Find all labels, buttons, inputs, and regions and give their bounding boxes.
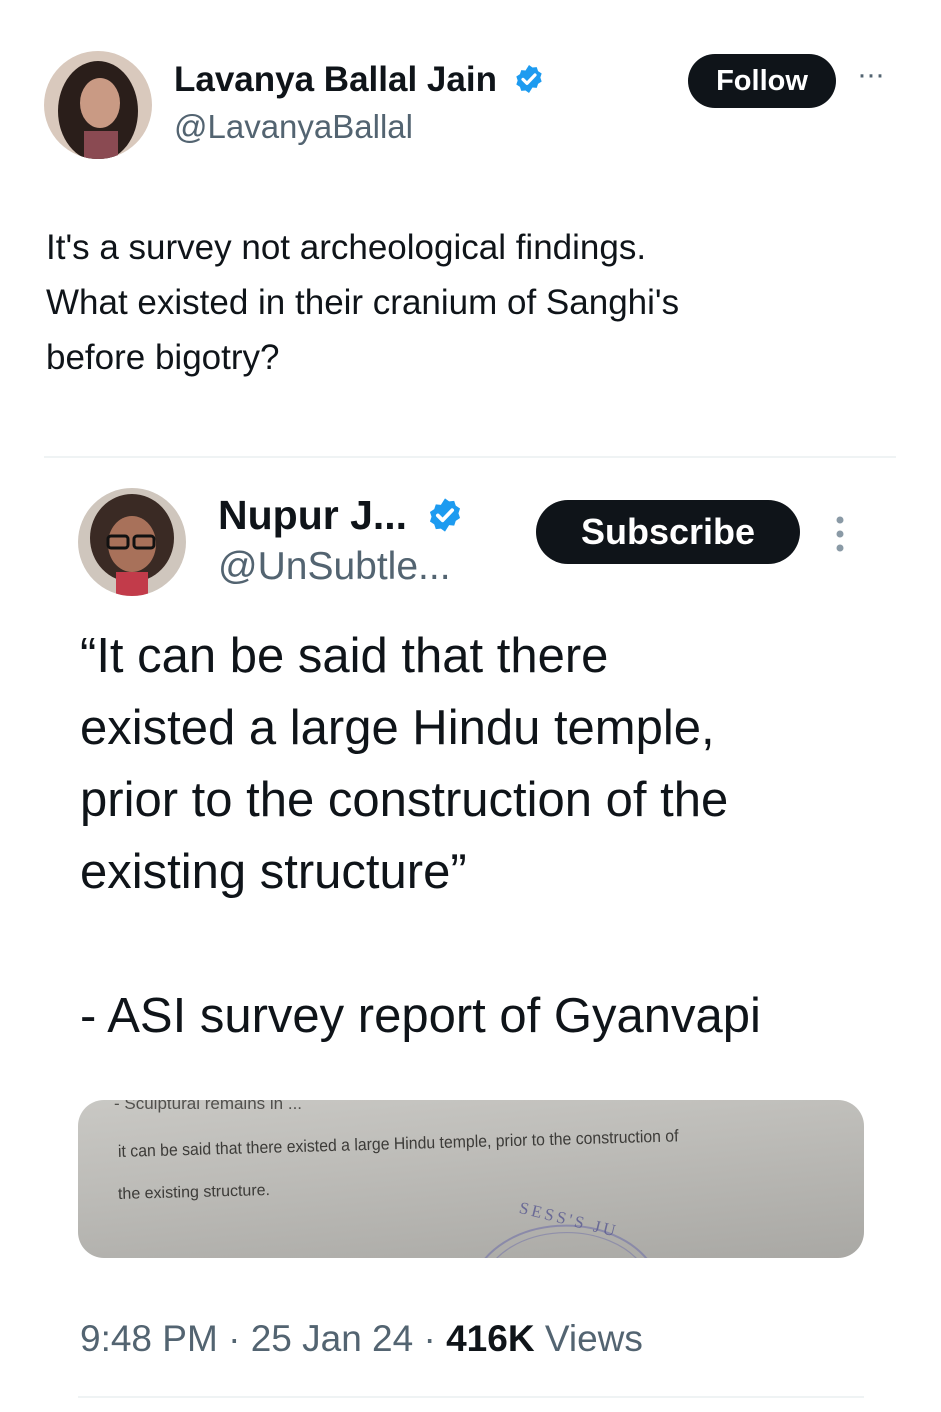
more-vertical-icon[interactable] xyxy=(834,514,846,554)
views-label: Views xyxy=(544,1318,643,1359)
avatar-lavanya[interactable] xyxy=(44,51,152,159)
author-handle[interactable]: @LavanyaBallal xyxy=(174,108,413,146)
separator: · xyxy=(228,1318,241,1359)
document-line-top: - Sculptural remains in ... xyxy=(114,1100,303,1113)
author-name[interactable]: Lavanya Ballal Jain xyxy=(174,60,545,100)
quote-text: “It can be said that there existed a lar… xyxy=(80,629,729,899)
document-image[interactable]: - Sculptural remains in ... it can be sa… xyxy=(78,1100,864,1258)
subscribe-button[interactable]: Subscribe xyxy=(536,500,800,564)
quoted-author-name[interactable]: Nupur J... xyxy=(218,492,464,539)
avatar-nupur[interactable] xyxy=(78,488,186,596)
verified-badge-icon xyxy=(516,64,542,93)
tweet-text: It's a survey not archeological findings… xyxy=(46,228,680,377)
separator: · xyxy=(423,1318,436,1359)
divider xyxy=(44,456,896,458)
document-line-end: the existing structure. xyxy=(117,1182,271,1203)
views-count: 416K xyxy=(446,1318,535,1359)
tweet-metadata: 9:48 PM · 25 Jan 24 · 416K Views xyxy=(80,1318,643,1360)
document-line-main: it can be said that there existed a larg… xyxy=(117,1126,679,1161)
attribution-text: - ASI survey report of Gyanvapi xyxy=(80,989,761,1043)
follow-button[interactable]: Follow xyxy=(688,54,836,108)
verified-badge-icon xyxy=(430,498,461,532)
more-options-icon[interactable]: ··· xyxy=(857,58,885,92)
tweet-date[interactable]: 25 Jan 24 xyxy=(251,1318,414,1359)
bottom-divider xyxy=(78,1396,864,1398)
quoted-author-handle[interactable]: @UnSubtle... xyxy=(218,545,451,589)
tweet-time[interactable]: 9:48 PM xyxy=(80,1318,218,1359)
